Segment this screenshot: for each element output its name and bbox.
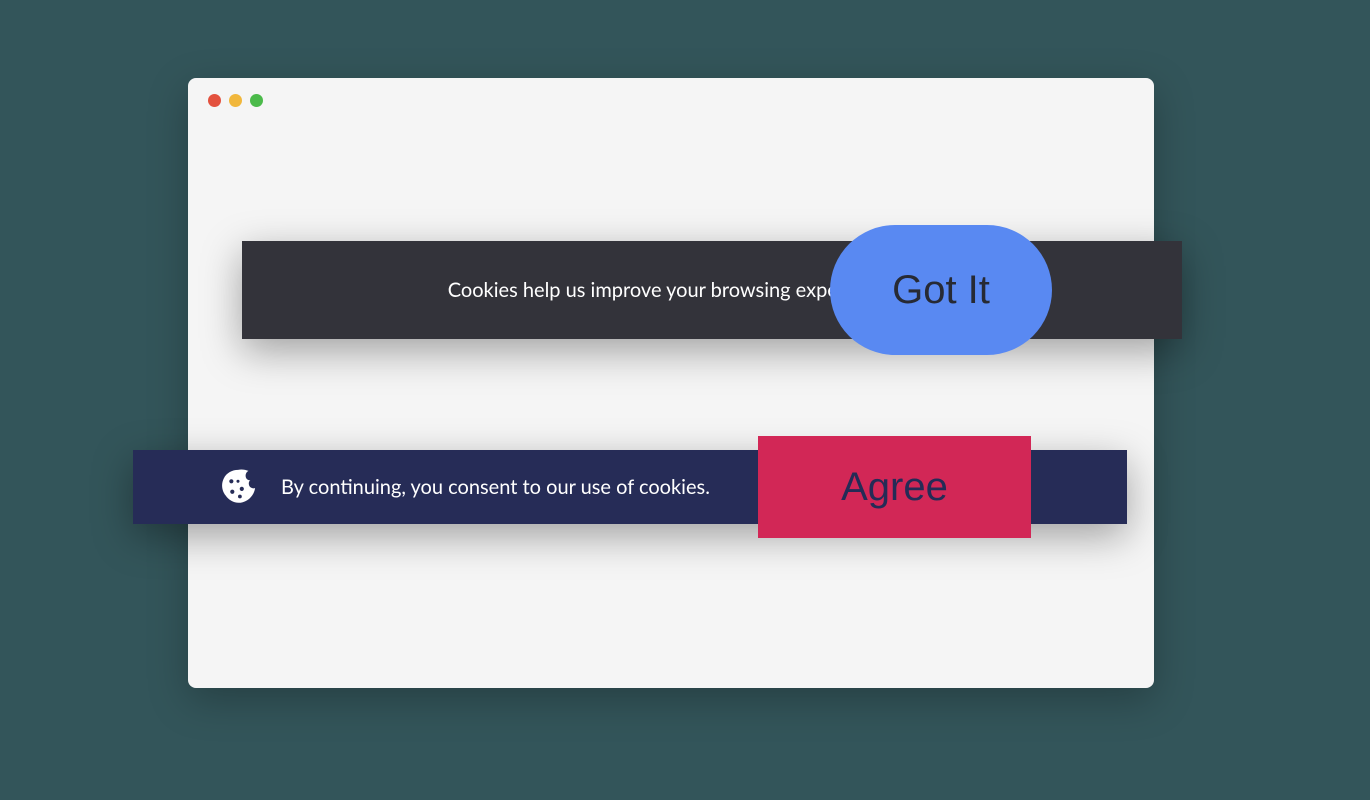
window-close-icon[interactable] xyxy=(208,94,221,107)
cookie-banner-message: By continuing, you consent to our use of… xyxy=(281,475,710,499)
browser-window-mockup xyxy=(188,78,1154,688)
cookie-icon xyxy=(219,468,257,506)
got-it-button[interactable]: Got It xyxy=(830,225,1052,355)
agree-button[interactable]: Agree xyxy=(758,436,1031,538)
window-minimize-icon[interactable] xyxy=(229,94,242,107)
window-controls xyxy=(188,78,1154,123)
window-maximize-icon[interactable] xyxy=(250,94,263,107)
